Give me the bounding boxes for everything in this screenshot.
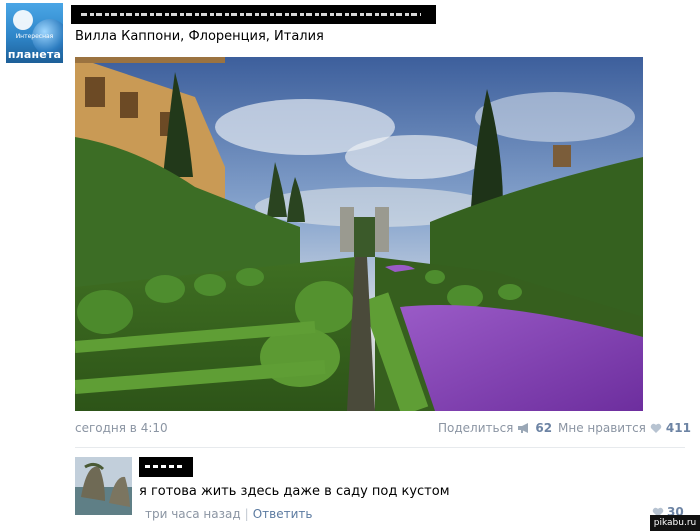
like-label: Мне нравится (558, 421, 646, 435)
heart-icon (650, 423, 662, 433)
megaphone-icon (518, 423, 529, 433)
avatar-brand: планета (7, 48, 62, 61)
share-button[interactable]: Поделиться 62 (438, 421, 552, 435)
redacted-author-name (71, 5, 436, 24)
comment-text: я готова жить здесь даже в саду под куст… (139, 484, 450, 499)
group-avatar[interactable]: Интересная планета (6, 3, 63, 63)
post-title: Вилла Каппони, Флоренция, Италия (75, 29, 324, 44)
redacted-commenter-name (139, 457, 193, 477)
share-count: 62 (535, 421, 553, 435)
post-photo[interactable] (75, 57, 643, 411)
redaction-scribble (145, 465, 185, 468)
reply-link[interactable]: Ответить (253, 507, 313, 521)
share-label: Поделиться (438, 421, 514, 435)
divider (75, 447, 685, 448)
site-watermark: pikabu.ru (650, 515, 700, 531)
comment-meta: три часа назад | Ответить (145, 507, 312, 521)
like-button[interactable]: Мне нравится 411 (558, 421, 691, 435)
like-count: 411 (665, 421, 691, 435)
post-timestamp[interactable]: сегодня в 4:10 (75, 421, 168, 435)
sun-shape (13, 10, 33, 30)
avatar-caption: Интересная (15, 33, 54, 40)
commenter-avatar[interactable] (75, 457, 132, 515)
separator: | (244, 507, 249, 521)
comment-timestamp[interactable]: три часа назад (145, 507, 241, 521)
redaction-scribble (81, 13, 421, 16)
